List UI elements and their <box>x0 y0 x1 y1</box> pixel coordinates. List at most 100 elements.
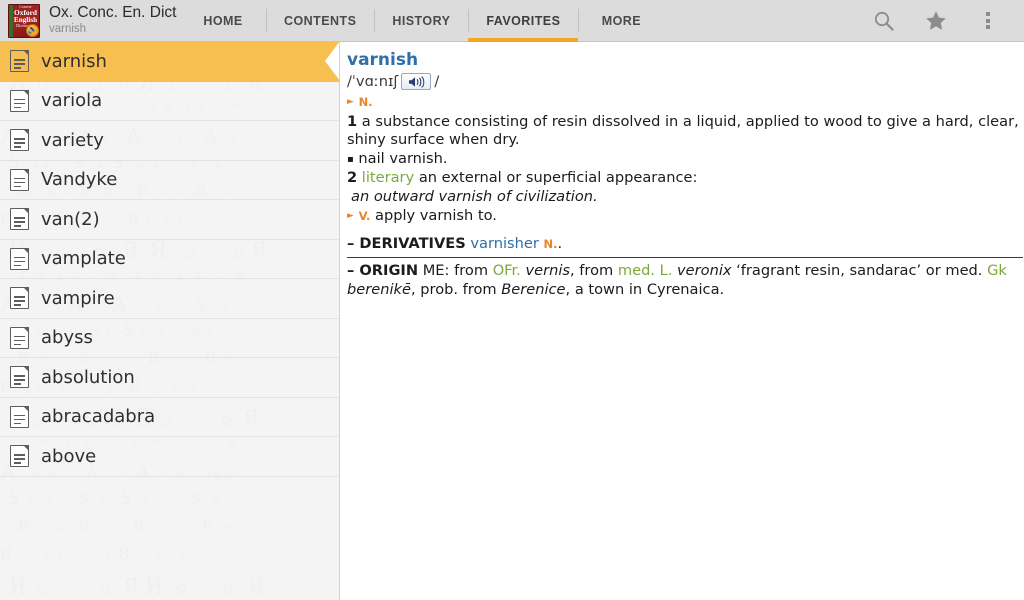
part-of-speech-verb: ► V. apply varnish to. <box>347 207 1024 226</box>
sense-2: 2 literary an external or superficial ap… <box>347 169 1024 188</box>
list-item-label: abyss <box>41 327 93 349</box>
list-item-label: vamplate <box>41 248 126 270</box>
list-item[interactable]: vampire <box>0 279 339 319</box>
origin-text-5: , a town in Cyrenaica. <box>565 280 725 298</box>
derivatives-section: – DERIVATIVES varnisher N.. <box>347 235 1024 254</box>
list-item[interactable]: variety <box>0 121 339 161</box>
favorites-sidebar[interactable]: BχKΣGɩχBχKΣGЯΩŋºΩЯЯΩŋºΩЯÆWgÆɹWÆWgÆɹWA∂Tʀ… <box>0 42 340 600</box>
origin-word-berenice: Berenice <box>501 280 566 298</box>
pronunciation-close-slash: / <box>434 72 440 90</box>
pronunciation-ipa: ˈvɑːnɪʃ <box>351 72 399 90</box>
document-icon <box>10 168 29 191</box>
tab-home-label: HOME <box>203 13 243 28</box>
origin-lang-gk: Gk <box>987 262 1007 280</box>
app-brand[interactable]: Concise Oxford English Dictionary 🔈 Ox. … <box>0 0 180 41</box>
star-icon <box>926 10 946 30</box>
favorites-list: varnish variola variety Vandyke van(2) v… <box>0 42 339 477</box>
list-item-label: vampire <box>41 287 115 309</box>
tab-contents[interactable]: CONTENTS <box>266 0 374 41</box>
origin-text-3: ‘fragrant resin, sandarac’ or med. <box>731 262 988 280</box>
tab-favorites-label: FAVORITES <box>486 13 561 28</box>
list-item[interactable]: varnish <box>0 42 339 82</box>
origin-lang-ofr: OFr. <box>492 262 521 280</box>
tab-home[interactable]: HOME <box>180 0 266 41</box>
origin-text-1: ME: from <box>418 262 493 280</box>
app-subtitle-current-word: varnish <box>49 23 87 35</box>
list-item[interactable]: van(2) <box>0 200 339 240</box>
oxford-dictionary-book-icon: Concise Oxford English Dictionary 🔈 <box>8 3 40 38</box>
document-icon <box>10 405 29 428</box>
favorite-button[interactable] <box>910 0 962 42</box>
origin-word-veronix: veronix <box>672 262 732 280</box>
origin-text-4: , prob. from <box>410 280 502 298</box>
pronunciation-line: / ˈvɑːnɪʃ / <box>347 73 1024 92</box>
overflow-menu-icon <box>986 12 990 29</box>
list-item-label: Vandyke <box>41 169 118 191</box>
tab-contents-label: CONTENTS <box>284 13 357 28</box>
triangle-bullet-icon: ► <box>347 97 354 108</box>
search-icon <box>874 11 894 31</box>
square-bullet-icon: ▪ <box>347 153 354 165</box>
document-icon <box>10 208 29 231</box>
list-item-label: above <box>41 445 97 467</box>
sense-1-definition: a substance consisting of resin dissolve… <box>347 112 1019 149</box>
document-icon <box>10 326 29 349</box>
sense-1-example: nail varnish. <box>358 149 448 167</box>
list-item[interactable]: absolution <box>0 358 339 398</box>
derivatives-pos: N. <box>543 236 558 251</box>
speaker-icon <box>408 76 425 88</box>
list-item-label: van(2) <box>41 208 100 230</box>
tab-more-label: MORE <box>601 13 642 28</box>
origin-label: – ORIGIN <box>347 262 419 280</box>
origin-lang-medl: med. L. <box>617 262 673 280</box>
tab-history[interactable]: HISTORY <box>374 0 468 41</box>
tab-more[interactable]: MORE <box>578 0 664 41</box>
list-item[interactable]: variola <box>0 82 339 121</box>
sense-1: 1 a substance consisting of resin dissol… <box>347 113 1024 150</box>
origin-text-2: , from <box>569 262 618 280</box>
list-item-label: varnish <box>41 50 107 72</box>
tab-history-label: HISTORY <box>392 13 451 28</box>
origin-section: – ORIGIN ME: from OFr. vernis, from med.… <box>347 262 1024 299</box>
document-icon <box>10 50 29 73</box>
derivatives-period: . <box>557 234 563 252</box>
section-divider <box>347 257 1023 259</box>
main-tabs: HOME CONTENTS HISTORY FAVORITES MORE <box>180 0 664 42</box>
sense-2-number: 2 <box>347 169 358 187</box>
derivatives-word[interactable]: varnisher <box>470 235 538 252</box>
verb-definition: apply varnish to. <box>370 207 497 225</box>
sense-1-number: 1 <box>347 112 358 130</box>
triangle-bullet-icon: ► <box>347 211 354 222</box>
document-icon <box>10 445 29 468</box>
list-item[interactable]: Vandyke <box>0 161 339 200</box>
list-item[interactable]: abyss <box>0 319 339 358</box>
document-icon <box>10 247 29 270</box>
origin-word-berenike: berenikē <box>347 280 411 298</box>
list-item-label: abracadabra <box>41 406 156 428</box>
derivatives-label: – DERIVATIVES <box>347 234 466 252</box>
toolbar-actions <box>858 0 1024 41</box>
entry-headword: varnish <box>347 50 419 70</box>
overflow-menu-button[interactable] <box>962 0 1014 42</box>
top-app-bar: Concise Oxford English Dictionary 🔈 Ox. … <box>0 0 1024 42</box>
tab-favorites[interactable]: FAVORITES <box>468 0 579 42</box>
document-icon <box>10 287 29 310</box>
sense-1-example-line: ▪ nail varnish. <box>347 150 1024 169</box>
dictionary-entry-panel: varnish / ˈvɑːnɪʃ / ► N. 1 a substance co… <box>341 42 1024 600</box>
list-item-label: variola <box>41 90 103 112</box>
document-icon <box>10 89 29 112</box>
pos-noun-label: N. <box>358 95 373 110</box>
document-icon <box>10 366 29 389</box>
list-item[interactable]: above <box>0 437 339 477</box>
list-item-label: variety <box>41 129 104 151</box>
list-item[interactable]: abracadabra <box>0 398 339 437</box>
origin-word-vernis: vernis <box>520 262 570 280</box>
list-item-label: absolution <box>41 366 135 388</box>
document-icon <box>10 129 29 152</box>
sense-2-example: an outward varnish of civilization. <box>351 187 598 205</box>
pronounce-audio-button[interactable] <box>401 73 432 91</box>
search-button[interactable] <box>858 0 910 42</box>
sense-2-register-label: literary <box>361 169 415 187</box>
list-item[interactable]: vamplate <box>0 240 339 279</box>
